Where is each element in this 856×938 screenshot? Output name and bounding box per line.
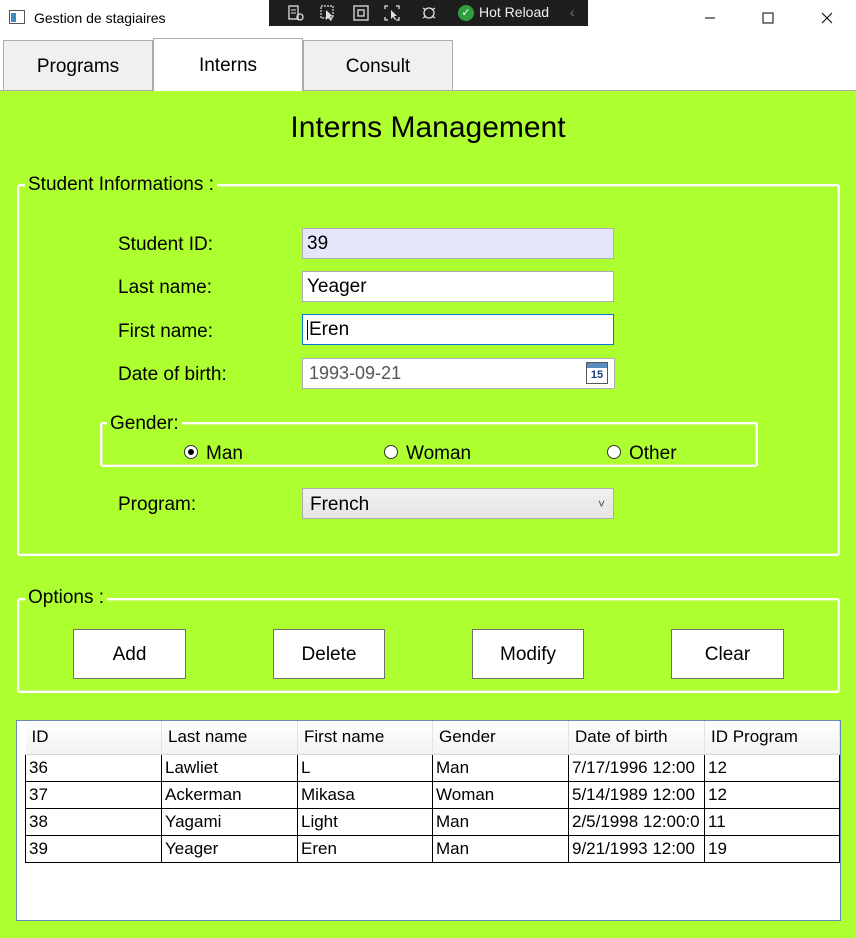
table-cell[interactable]: 12 xyxy=(704,753,840,782)
table-header-row: ID Last name First name Gender Date of b… xyxy=(25,721,840,755)
tab-interns[interactable]: Interns xyxy=(153,38,303,91)
tab-consult[interactable]: Consult xyxy=(303,40,453,90)
table-cell[interactable]: Mikasa xyxy=(297,780,433,809)
tab-programs[interactable]: Programs xyxy=(3,40,153,90)
gender-radio-woman-label[interactable]: Woman xyxy=(406,443,471,465)
close-button[interactable] xyxy=(815,6,839,30)
hot-reload-status-icon: ✓ xyxy=(458,5,474,21)
column-header-first-name[interactable]: First name xyxy=(297,721,433,755)
page-title: Interns Management xyxy=(290,111,566,144)
student-id-label: Student ID: xyxy=(118,234,214,255)
radio-indicator[interactable] xyxy=(184,445,198,459)
table-cell[interactable]: Man xyxy=(432,834,569,863)
delete-button[interactable]: Delete xyxy=(273,629,385,679)
debug-toolbar: ✓ Hot Reload ‹ xyxy=(269,0,588,26)
table-cell[interactable]: 12 xyxy=(704,780,840,809)
first-name-field[interactable]: Eren xyxy=(302,314,614,345)
table-row[interactable]: 39 Yeager Eren Man 9/21/1993 12:00 19 xyxy=(25,834,840,863)
table-cell[interactable]: 9/21/1993 12:00 xyxy=(568,834,705,863)
gender-group-label: Gender: xyxy=(107,413,182,435)
first-name-value: Eren xyxy=(309,319,350,340)
table-cell[interactable]: 39 xyxy=(25,834,162,863)
column-header-date-of-birth[interactable]: Date of birth xyxy=(568,721,705,755)
clear-button[interactable]: Clear xyxy=(671,629,784,679)
table-cell[interactable]: 7/17/1996 12:00 xyxy=(568,753,705,782)
table-cell[interactable]: Yeager xyxy=(161,834,298,863)
last-name-label: Last name: xyxy=(118,277,212,298)
hot-reload-label[interactable]: Hot Reload xyxy=(479,4,549,20)
column-header-gender[interactable]: Gender xyxy=(432,721,569,755)
table-cell[interactable]: 11 xyxy=(704,807,840,836)
date-of-birth-label: Date of birth: xyxy=(118,364,227,385)
interns-table: ID Last name First name Gender Date of b… xyxy=(25,721,840,863)
table-row[interactable]: 37 Ackerman Mikasa Woman 5/14/1989 12:00… xyxy=(25,780,840,809)
display-adorners-icon[interactable] xyxy=(352,4,370,22)
maximize-button[interactable] xyxy=(756,6,780,30)
program-label: Program: xyxy=(118,494,197,515)
collapse-toolbar-icon[interactable]: ‹ xyxy=(570,4,575,20)
calendar-icon[interactable]: 15 xyxy=(586,362,608,384)
date-of-birth-value[interactable]: 1993-09-21 xyxy=(309,359,401,388)
table-cell[interactable]: 5/14/1989 12:00 xyxy=(568,780,705,809)
table-cell[interactable]: 19 xyxy=(704,834,840,863)
table-cell[interactable]: Ackerman xyxy=(161,780,298,809)
program-select[interactable]: French ˅ xyxy=(302,488,614,519)
table-cell[interactable]: Lawliet xyxy=(161,753,298,782)
table-cell[interactable]: 2/5/1998 12:00:0 xyxy=(568,807,705,836)
first-name-label: First name: xyxy=(118,321,214,342)
table-row[interactable]: 36 Lawliet L Man 7/17/1996 12:00 12 xyxy=(25,753,840,782)
table-cell[interactable]: Man xyxy=(432,807,569,836)
table-cell[interactable]: Yagami xyxy=(161,807,298,836)
table-cell[interactable]: Man xyxy=(432,753,569,782)
table-cell[interactable]: Eren xyxy=(297,834,433,863)
live-visual-tree-icon[interactable] xyxy=(287,4,305,22)
window-title: Gestion de stagiaires xyxy=(34,10,166,26)
radio-indicator[interactable] xyxy=(384,445,398,459)
column-header-id[interactable]: ID xyxy=(25,721,162,755)
chevron-down-icon[interactable]: ˅ xyxy=(598,489,605,520)
gender-radio-other-label[interactable]: Other xyxy=(629,443,677,465)
column-header-last-name[interactable]: Last name xyxy=(161,721,298,755)
table-cell[interactable]: L xyxy=(297,753,433,782)
table-cell[interactable]: Light xyxy=(297,807,433,836)
add-button[interactable]: Add xyxy=(73,629,186,679)
interns-panel: Interns Management Student Informations … xyxy=(0,90,856,938)
calendar-icon-day: 15 xyxy=(590,369,604,381)
table-cell[interactable]: Woman xyxy=(432,780,569,809)
minimize-button[interactable] xyxy=(698,6,722,30)
student-id-field[interactable]: 39 xyxy=(302,228,614,259)
program-selected-value: French xyxy=(310,494,370,515)
binding-failures-icon[interactable] xyxy=(420,4,438,22)
select-element-icon[interactable] xyxy=(319,4,337,22)
table-row[interactable]: 38 Yagami Light Man 2/5/1998 12:00:0 11 xyxy=(25,807,840,836)
gender-radio-man-label[interactable]: Man xyxy=(206,443,243,465)
last-name-field[interactable]: Yeager xyxy=(302,271,614,302)
column-header-id-program[interactable]: ID Program xyxy=(704,721,840,755)
radio-indicator[interactable] xyxy=(607,445,621,459)
title-bar: Gestion de stagiaires ✓ Hot Reload ‹ xyxy=(0,0,856,36)
student-info-group-label: Student Informations : xyxy=(25,174,217,196)
modify-button[interactable]: Modify xyxy=(472,629,584,679)
table-cell[interactable]: 38 xyxy=(25,807,162,836)
app-icon xyxy=(9,10,25,24)
interns-data-grid[interactable]: ID Last name First name Gender Date of b… xyxy=(16,720,841,921)
date-of-birth-picker[interactable]: 1993-09-21 15 xyxy=(302,358,615,389)
text-caret xyxy=(307,319,308,340)
track-focus-icon[interactable] xyxy=(383,4,401,22)
options-group-label: Options : xyxy=(25,587,108,609)
table-cell[interactable]: 37 xyxy=(25,780,162,809)
table-cell[interactable]: 36 xyxy=(25,753,162,782)
